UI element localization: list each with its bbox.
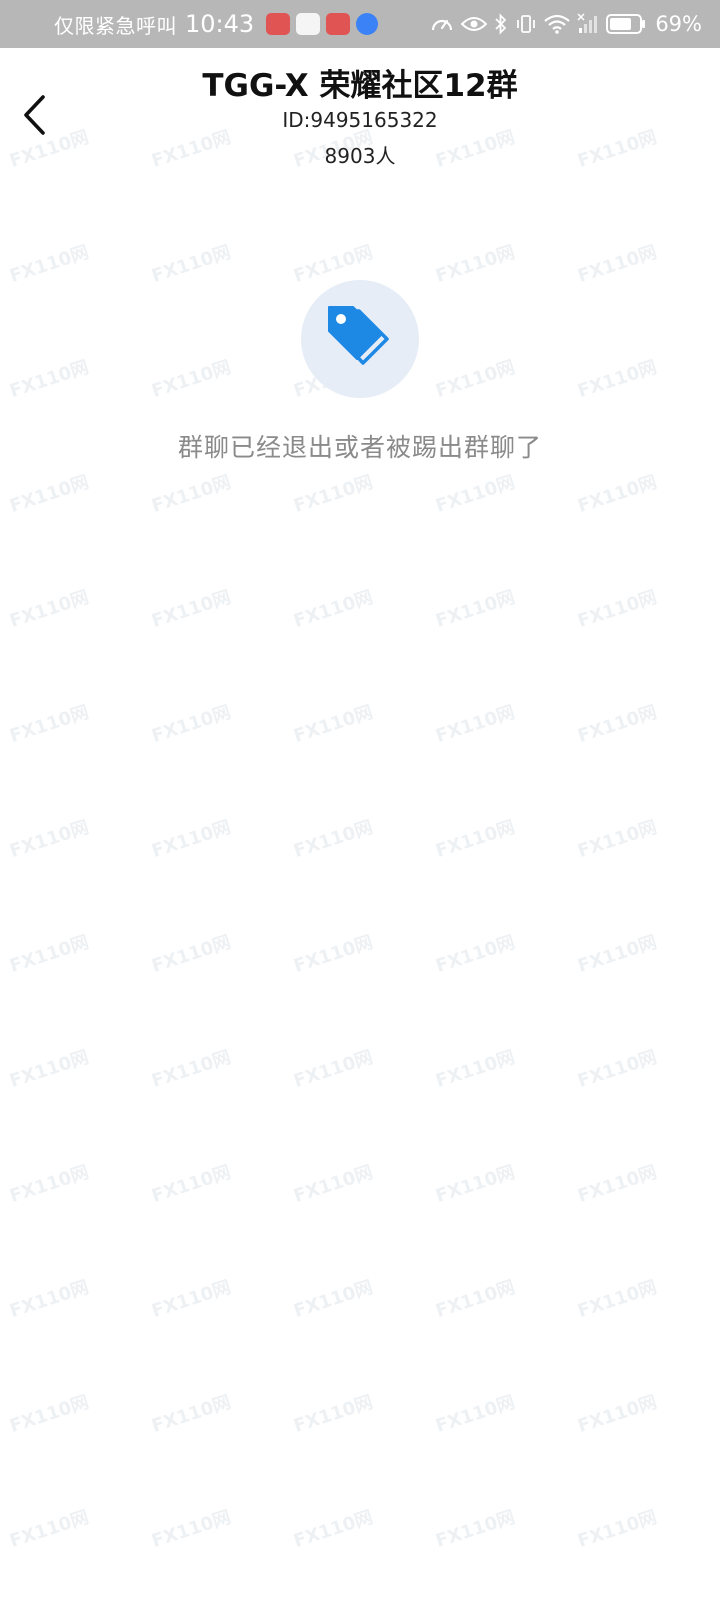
watermark-text: FX110网 xyxy=(575,931,660,978)
group-id: ID:9495165322 xyxy=(282,108,438,132)
watermark-text: FX110网 xyxy=(291,816,376,863)
watermark-text: FX110网 xyxy=(291,1506,376,1553)
watermark-text: FX110网 xyxy=(149,241,234,288)
bluetooth-icon xyxy=(494,13,508,35)
wifi-icon xyxy=(544,14,571,34)
status-bar-left: 仅限紧急呼叫 10:43 xyxy=(54,10,379,39)
empty-state-icon-circle xyxy=(301,280,419,398)
watermark-text: FX110网 xyxy=(149,586,234,633)
watermark-text: FX110网 xyxy=(433,356,518,403)
battery-percent: 69% xyxy=(655,12,702,36)
speed-icon xyxy=(430,13,454,35)
watermark-text: FX110网 xyxy=(433,1161,518,1208)
group-title: TGG-X 荣耀社区12群 xyxy=(202,68,518,104)
watermark-text: FX110网 xyxy=(7,816,92,863)
watermark-text: FX110网 xyxy=(7,241,92,288)
watermark-text: FX110网 xyxy=(433,241,518,288)
watermark-text: FX110网 xyxy=(433,1276,518,1323)
watermark-text: FX110网 xyxy=(7,356,92,403)
watermark-text: FX110网 xyxy=(149,471,234,518)
watermark-text: FX110网 xyxy=(149,816,234,863)
watermark-text: FX110网 xyxy=(291,586,376,633)
status-time: 10:43 xyxy=(185,10,255,38)
watermark-text: FX110网 xyxy=(433,931,518,978)
watermark-text: FX110网 xyxy=(575,471,660,518)
watermark-text: FX110网 xyxy=(575,241,660,288)
watermark-text: FX110网 xyxy=(7,1276,92,1323)
watermark-text: FX110网 xyxy=(433,1391,518,1438)
watermark-text: FX110网 xyxy=(291,1391,376,1438)
watermark-text: FX110网 xyxy=(7,1046,92,1093)
watermark-text: FX110网 xyxy=(149,1391,234,1438)
watermark-text: FX110网 xyxy=(575,586,660,633)
watermark-text: FX110网 xyxy=(291,931,376,978)
watermark-text: FX110网 xyxy=(575,356,660,403)
watermark-text: FX110网 xyxy=(575,1506,660,1553)
watermark-text: FX110网 xyxy=(149,1276,234,1323)
watermark-text: FX110网 xyxy=(433,471,518,518)
watermark-text: FX110网 xyxy=(575,816,660,863)
status-bar-right: 69% xyxy=(430,12,702,36)
eye-icon xyxy=(461,15,488,33)
watermark-text: FX110网 xyxy=(149,356,234,403)
tag-icon xyxy=(325,305,395,373)
signal-icon xyxy=(577,13,599,35)
watermark-text: FX110网 xyxy=(7,471,92,518)
watermark-text: FX110网 xyxy=(291,701,376,748)
chat-header: TGG-X 荣耀社区12群 ID:9495165322 8903人 xyxy=(0,48,720,178)
notification-app-icon xyxy=(296,13,321,35)
watermark-text: FX110网 xyxy=(575,1276,660,1323)
watermark-text: FX110网 xyxy=(433,1506,518,1553)
notification-app-icon xyxy=(356,13,379,35)
notification-icons xyxy=(266,13,379,35)
watermark-text: FX110网 xyxy=(7,1506,92,1553)
watermark-text: FX110网 xyxy=(7,1391,92,1438)
watermark-text: FX110网 xyxy=(7,586,92,633)
member-count: 8903人 xyxy=(324,144,396,168)
watermark-text: FX110网 xyxy=(433,586,518,633)
watermark-text: FX110网 xyxy=(149,1161,234,1208)
empty-state-message: 群聊已经退出或者被踢出群聊了 xyxy=(177,433,542,462)
watermark-text: FX110网 xyxy=(575,1161,660,1208)
watermark-text: FX110网 xyxy=(7,701,92,748)
watermark-text: FX110网 xyxy=(149,1046,234,1093)
watermark-text: FX110网 xyxy=(575,701,660,748)
watermark-text: FX110网 xyxy=(291,1276,376,1323)
watermark-text: FX110网 xyxy=(291,471,376,518)
watermark-text: FX110网 xyxy=(433,1046,518,1093)
status-bar: 仅限紧急呼叫 10:43 69% xyxy=(0,0,720,48)
notification-app-icon xyxy=(266,13,291,35)
watermark-text: FX110网 xyxy=(149,1506,234,1553)
watermark-text: FX110网 xyxy=(575,1391,660,1438)
watermark-text: FX110网 xyxy=(575,1046,660,1093)
watermark-text: FX110网 xyxy=(433,701,518,748)
notification-app-icon xyxy=(326,13,351,35)
watermark-text: FX110网 xyxy=(7,931,92,978)
watermark-text: FX110网 xyxy=(149,931,234,978)
battery-icon xyxy=(606,13,646,35)
watermark-text: FX110网 xyxy=(291,1046,376,1093)
watermark-layer: FX110网 FX110网 FX110网 FX110网 FX110网 FX110网 FX11… xyxy=(0,0,720,1600)
vibrate-icon xyxy=(515,13,537,35)
watermark-text: FX110网 xyxy=(149,701,234,748)
watermark-text: FX110网 xyxy=(433,816,518,863)
carrier-text: 仅限紧急呼叫 xyxy=(54,13,177,38)
watermark-text: FX110网 xyxy=(291,1161,376,1208)
watermark-text: FX110网 xyxy=(7,1161,92,1208)
